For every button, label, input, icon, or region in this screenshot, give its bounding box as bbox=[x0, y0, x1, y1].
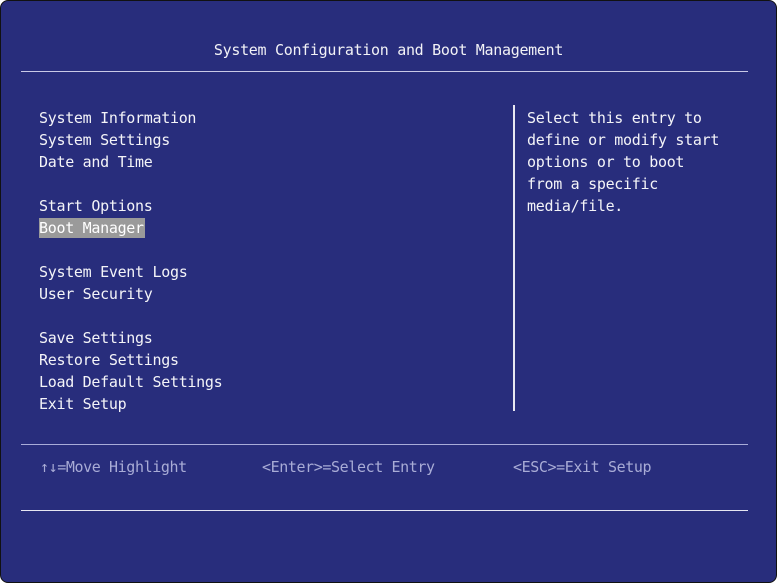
help-panel: Select this entry to define or modify st… bbox=[527, 107, 757, 217]
help-text-line: define or modify start bbox=[527, 131, 720, 149]
hint-select-entry: <Enter>=Select Entry bbox=[262, 458, 435, 476]
menu-item-label: Load Default Settings bbox=[39, 373, 223, 391]
menu-item-restore-settings[interactable]: Restore Settings bbox=[39, 349, 489, 371]
menu-item-label: Restore Settings bbox=[39, 351, 179, 369]
hint-exit-setup: <ESC>=Exit Setup bbox=[513, 458, 652, 476]
hint-move-highlight: ↑↓=Move Highlight bbox=[40, 458, 187, 476]
help-divider bbox=[513, 105, 515, 411]
menu-item-boot-manager[interactable]: Boot Manager bbox=[39, 217, 489, 239]
key-hints-bar: ↑↓=Move Highlight <Enter>=Select Entry <… bbox=[1, 456, 776, 478]
menu-item-exit-setup[interactable]: Exit Setup bbox=[39, 393, 489, 415]
help-text-line: from a specific bbox=[527, 175, 658, 193]
bios-setup-screen: System Configuration and Boot Management… bbox=[0, 0, 777, 583]
help-text-line: Select this entry to bbox=[527, 109, 702, 127]
menu-item-label: Start Options bbox=[39, 197, 153, 215]
menu-item-label: Exit Setup bbox=[39, 395, 127, 413]
menu-item-label: Save Settings bbox=[39, 329, 153, 347]
footer-top-divider bbox=[21, 444, 748, 445]
menu-item-date-and-time[interactable]: Date and Time bbox=[39, 151, 489, 173]
menu-item-label: User Security bbox=[39, 285, 153, 303]
main-menu: System Information System Settings Date … bbox=[39, 107, 489, 415]
menu-item-label: Boot Manager bbox=[39, 218, 145, 238]
menu-spacer bbox=[39, 239, 489, 261]
menu-item-start-options[interactable]: Start Options bbox=[39, 195, 489, 217]
menu-item-save-settings[interactable]: Save Settings bbox=[39, 327, 489, 349]
menu-item-label: System Event Logs bbox=[39, 263, 188, 281]
footer-bottom-divider bbox=[21, 510, 748, 511]
menu-item-system-information[interactable]: System Information bbox=[39, 107, 489, 129]
menu-item-system-event-logs[interactable]: System Event Logs bbox=[39, 261, 489, 283]
menu-item-user-security[interactable]: User Security bbox=[39, 283, 489, 305]
title-divider bbox=[21, 71, 748, 72]
page-title: System Configuration and Boot Management bbox=[213, 41, 564, 59]
menu-item-system-settings[interactable]: System Settings bbox=[39, 129, 489, 151]
menu-item-label: System Information bbox=[39, 109, 197, 127]
menu-spacer bbox=[39, 305, 489, 327]
help-text-line: options or to boot bbox=[527, 153, 685, 171]
help-text-line: media/file. bbox=[527, 197, 624, 215]
menu-spacer bbox=[39, 173, 489, 195]
menu-item-label: Date and Time bbox=[39, 153, 153, 171]
menu-item-load-default-settings[interactable]: Load Default Settings bbox=[39, 371, 489, 393]
menu-item-label: System Settings bbox=[39, 131, 170, 149]
